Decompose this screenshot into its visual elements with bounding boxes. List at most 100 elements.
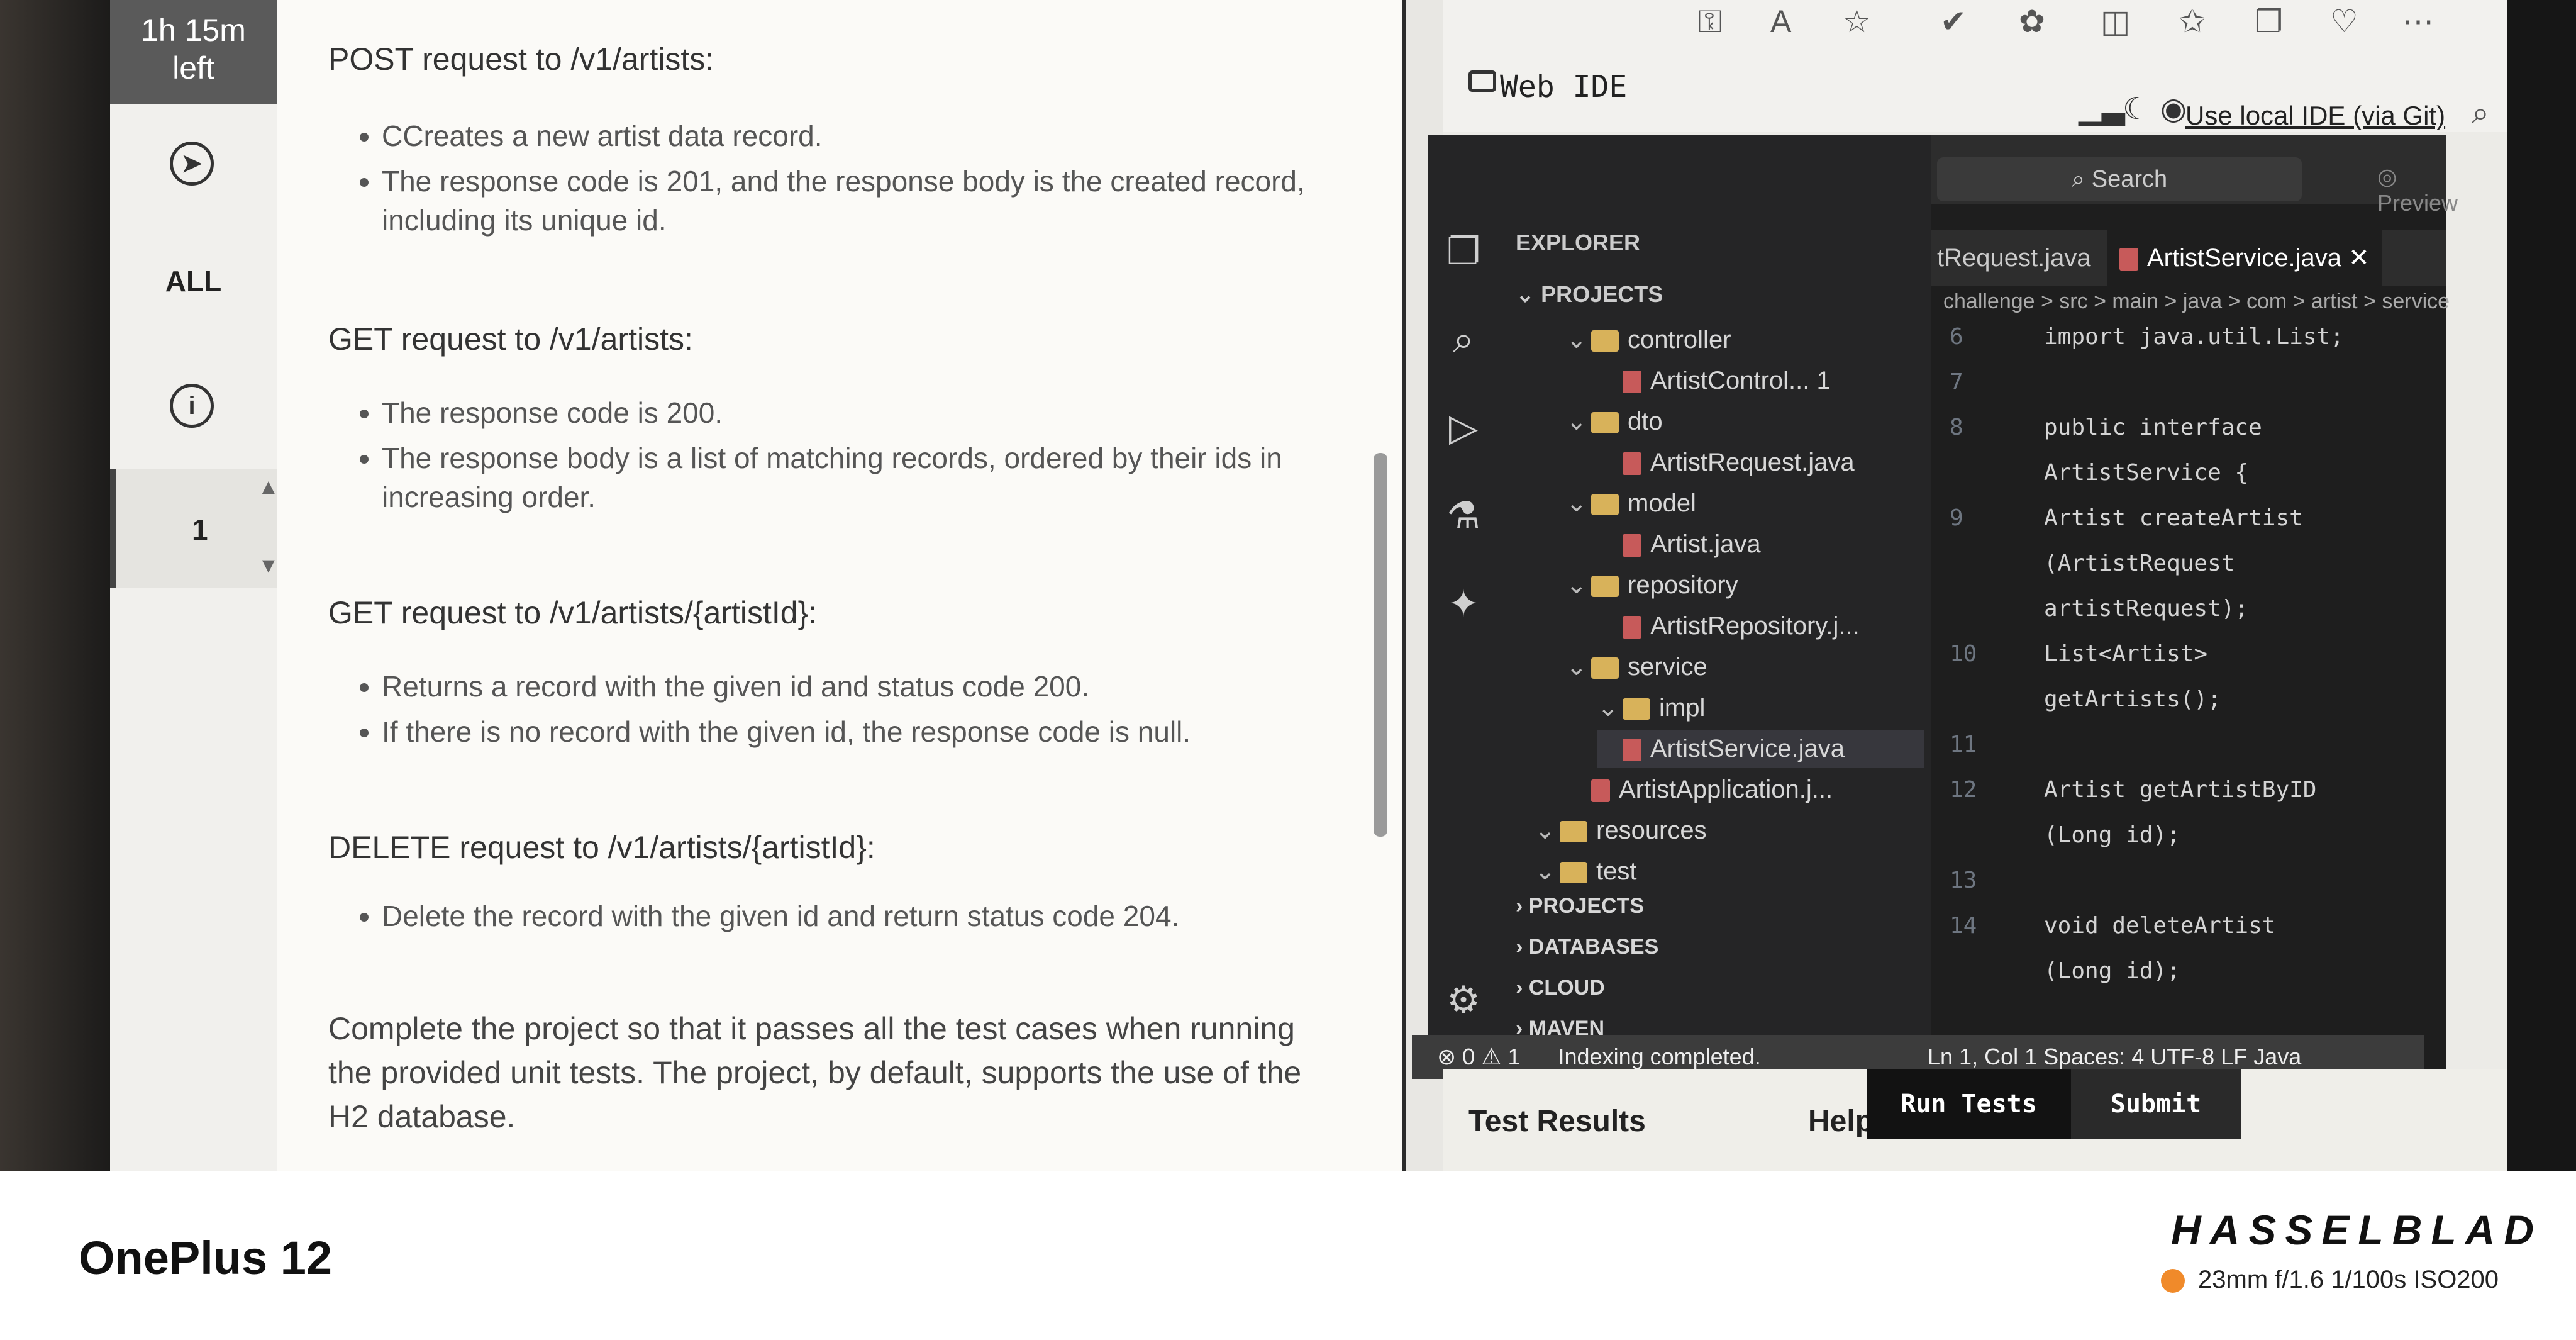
check-icon[interactable]: ✔ bbox=[1940, 3, 1967, 40]
extensions-icon[interactable]: ✿ bbox=[2019, 3, 2045, 40]
tree-folder[interactable]: ⌄ controller bbox=[1566, 321, 1924, 359]
folder-icon bbox=[1591, 494, 1619, 516]
folder-icon bbox=[1591, 412, 1619, 434]
tree-folder[interactable]: ⌄ impl bbox=[1597, 689, 1924, 727]
flask-icon[interactable]: ⚗ bbox=[1441, 494, 1485, 538]
moon-icon[interactable]: ☾ bbox=[2123, 91, 2150, 126]
question-number: 1 bbox=[192, 513, 208, 546]
preview-button[interactable]: ◎ Preview bbox=[2377, 164, 2458, 216]
tree-file[interactable]: Artist.java bbox=[1597, 525, 1924, 563]
tree-label: dto bbox=[1628, 408, 1663, 435]
sparkle-icon[interactable]: ✦ bbox=[1441, 582, 1485, 626]
device-name: OnePlus 12 bbox=[79, 1232, 333, 1284]
submit-button[interactable]: Submit bbox=[2071, 1069, 2241, 1139]
tab-help[interactable]: Help bbox=[1808, 1104, 1874, 1139]
search-icon[interactable]: ⌕ bbox=[1441, 318, 1485, 362]
list-item: The response body is a list of matching … bbox=[382, 438, 1375, 516]
screen-photo: 1h 15m left ➤ ALL i 1 ▲ ▼ POST request t… bbox=[0, 0, 2576, 1171]
tree-file[interactable]: ArtistApplication.j... bbox=[1566, 771, 1924, 808]
star-icon[interactable]: ☆ bbox=[1843, 3, 1871, 40]
tree-folder[interactable]: ⌄ service bbox=[1566, 648, 1924, 686]
preview-label: Preview bbox=[2377, 190, 2458, 216]
split-screen-icon[interactable]: ◫ bbox=[2101, 3, 2130, 40]
tree-file[interactable]: ArtistService.java bbox=[1597, 730, 1924, 768]
chevron-icon: ⌄ bbox=[1535, 817, 1556, 844]
question-selector[interactable]: 1 ▲ ▼ bbox=[110, 469, 279, 588]
line-number: 6 bbox=[1950, 324, 1963, 350]
breadcrumb[interactable]: challenge > src > main > java > com > ar… bbox=[1943, 289, 2450, 314]
collections-icon[interactable]: ❐ bbox=[2255, 3, 2283, 40]
tree-label: Artist.java bbox=[1650, 530, 1761, 558]
java-file-icon bbox=[1623, 452, 1641, 476]
monitor-bezel-right bbox=[2507, 0, 2576, 1171]
tree-label: resources bbox=[1596, 817, 1707, 844]
status-message: Indexing completed. bbox=[1558, 1044, 1761, 1069]
code-line: public interface bbox=[2044, 415, 2262, 440]
delete-list: Delete the record with the given id and … bbox=[328, 896, 1375, 942]
files-icon[interactable]: ❐ bbox=[1441, 230, 1485, 274]
tree-folder[interactable]: ⌄ resources bbox=[1535, 812, 1924, 849]
post-list: CCreates a new artist data record. The r… bbox=[328, 116, 1375, 246]
tree-label: model bbox=[1628, 489, 1696, 517]
chevron-up-icon[interactable]: ▲ bbox=[258, 475, 279, 500]
sidebar-section-databases[interactable]: › DATABASES bbox=[1516, 928, 1658, 966]
line-number: 11 bbox=[1950, 732, 1977, 757]
code-editor: ⌕ Search ◎ Preview ❐ ⌕ ▷ ⚗ ✦ ⚙ EXPLORER … bbox=[1428, 135, 2458, 1079]
tree-folder[interactable]: ⌄ repository bbox=[1566, 566, 1924, 604]
tab-request[interactable]: tRequest.java bbox=[1937, 230, 2091, 286]
rail-all-button[interactable]: ALL bbox=[110, 264, 277, 298]
code-line: void deleteArtist bbox=[2044, 913, 2276, 939]
run-tests-button[interactable]: Run Tests bbox=[1867, 1069, 2071, 1139]
more-icon[interactable]: ⋯ bbox=[2402, 3, 2434, 40]
compass-icon[interactable]: ➤ bbox=[170, 142, 214, 186]
code-line: artistRequest); bbox=[2044, 596, 2249, 622]
run-debug-icon[interactable]: ▷ bbox=[1441, 406, 1485, 450]
tab-test-results[interactable]: Test Results bbox=[1468, 1104, 1646, 1139]
gear-icon[interactable]: ⚙ bbox=[1441, 978, 1485, 1022]
folder-icon bbox=[1591, 657, 1619, 679]
sidebar-section-projects[interactable]: › PROJECTS bbox=[1516, 887, 1644, 925]
problems-indicator[interactable]: ⊗ 0 ⚠ 1 bbox=[1437, 1044, 1521, 1069]
description-scrollbar[interactable] bbox=[1374, 453, 1387, 837]
tree-folder[interactable]: ⌄ dto bbox=[1566, 403, 1924, 440]
tab-label: ArtistService.java bbox=[2147, 244, 2341, 272]
complete-paragraph: Complete the project so that it passes a… bbox=[328, 1011, 1302, 1134]
java-file-icon bbox=[1623, 534, 1641, 557]
info-icon[interactable]: i bbox=[170, 384, 214, 428]
search-icon[interactable]: ⌕ bbox=[2472, 94, 2489, 131]
tree-file[interactable]: ArtistRequest.java bbox=[1597, 444, 1924, 481]
chevron-icon: ⌄ bbox=[1597, 694, 1619, 722]
tree-file[interactable]: ArtistControl... 1 bbox=[1597, 362, 1924, 399]
left-rail: 1h 15m left ➤ ALL i 1 ▲ ▼ bbox=[110, 0, 279, 1171]
projects-header[interactable]: ⌄ PROJECTS bbox=[1516, 281, 1663, 308]
chevron-down-icon[interactable]: ▼ bbox=[258, 554, 279, 578]
tree-label: ArtistApplication.j... bbox=[1619, 776, 1833, 803]
tree-folder[interactable]: ⌄ test bbox=[1535, 852, 1924, 890]
list-item: Returns a record with the given id and s… bbox=[382, 667, 1375, 706]
command-search-input[interactable]: ⌕ Search bbox=[1937, 157, 2302, 201]
tree-file[interactable]: ArtistRepository.j... bbox=[1597, 607, 1924, 645]
key-icon[interactable]: ⚿ bbox=[1698, 3, 1722, 40]
tab-artist-service[interactable]: ArtistService.java ✕ bbox=[2107, 230, 2382, 286]
code-area[interactable]: 6 import java.util.List; 7 8 public interfac… bbox=[1931, 324, 2446, 1035]
tree-label: ArtistRequest.java bbox=[1650, 449, 1855, 476]
code-line: Artist getArtistByID bbox=[2044, 777, 2317, 803]
favorites-icon[interactable]: ✩ bbox=[2179, 3, 2206, 40]
java-file-icon bbox=[1623, 739, 1641, 762]
heart-icon[interactable]: ♡ bbox=[2330, 3, 2358, 40]
line-number: 9 bbox=[1950, 505, 1963, 531]
code-line: (Long id); bbox=[2044, 958, 2180, 984]
read-aloud-icon[interactable]: A bbox=[1770, 3, 1791, 40]
sidebar-section-cloud[interactable]: › CLOUD bbox=[1516, 969, 1605, 1007]
list-item: If there is no record with the given id,… bbox=[382, 712, 1375, 751]
code-line: Artist createArtist bbox=[2044, 505, 2303, 531]
tree-label: controller bbox=[1628, 326, 1731, 354]
use-local-ide-link[interactable]: Use local IDE (via Git) bbox=[2185, 101, 2445, 131]
get-list: The response code is 200. The response b… bbox=[328, 393, 1375, 523]
tree-label: ArtistService.java bbox=[1650, 735, 1845, 762]
delete-title: DELETE request to /v1/artists/{artistId}… bbox=[328, 830, 875, 865]
orange-dot-icon bbox=[2161, 1269, 2185, 1293]
folder-icon bbox=[1623, 698, 1650, 720]
folder-icon bbox=[1591, 330, 1619, 352]
tree-folder[interactable]: ⌄ model bbox=[1566, 484, 1924, 522]
